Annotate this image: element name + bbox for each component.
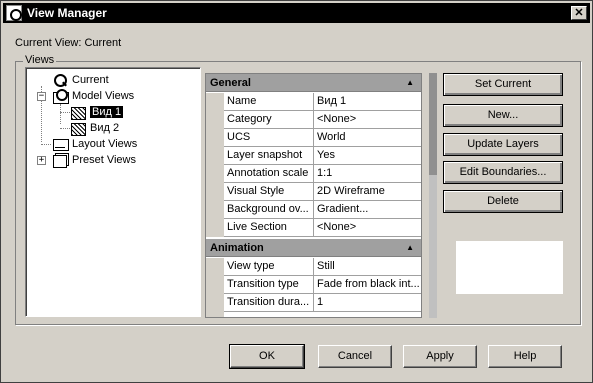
cancel-button[interactable]: Cancel bbox=[318, 345, 392, 368]
app-icon bbox=[6, 5, 22, 21]
property-key: UCS bbox=[224, 129, 314, 146]
tree-item-label: Вид 1 bbox=[90, 106, 124, 118]
properties-panel: General ▲ Name Вид 1 Category <None> UCS Wo… bbox=[205, 73, 422, 318]
property-key: Transition type bbox=[224, 276, 314, 293]
ok-button[interactable]: OK bbox=[229, 344, 305, 369]
help-button[interactable]: Help bbox=[488, 345, 562, 368]
scrollbar-thumb[interactable] bbox=[429, 73, 437, 175]
property-value[interactable]: Вид 1 bbox=[315, 93, 421, 110]
section-animation-header[interactable]: Animation ▲ bbox=[206, 239, 421, 257]
tree-connector bbox=[41, 144, 51, 145]
property-row-background-override[interactable]: Background ov... Gradient... bbox=[224, 201, 421, 219]
named-view-icon bbox=[70, 121, 86, 137]
layout-views-icon bbox=[52, 137, 69, 152]
tree-connector bbox=[60, 128, 70, 129]
current-view-icon bbox=[52, 73, 68, 88]
edit-boundaries-button[interactable]: Edit Boundaries... bbox=[443, 161, 563, 184]
property-value[interactable]: Still bbox=[315, 258, 421, 275]
title-bar: View Manager ✕ bbox=[3, 3, 590, 23]
property-key: Layer snapshot bbox=[224, 147, 314, 164]
property-row-live-section[interactable]: Live Section <None> bbox=[224, 219, 421, 237]
property-key: Name bbox=[224, 93, 314, 110]
property-gutter bbox=[206, 93, 224, 237]
property-value[interactable]: World bbox=[315, 129, 421, 146]
tree-item-view2[interactable]: Вид 2 bbox=[70, 120, 120, 137]
current-view-label: Current View: Current bbox=[15, 37, 122, 49]
property-key: Transition dura... bbox=[224, 294, 314, 311]
views-tree[interactable]: Current − Model Views Вид 1 Вид 2 Layout… bbox=[25, 67, 201, 317]
collapse-arrow-icon[interactable]: ▲ bbox=[406, 239, 414, 257]
section-title: Animation bbox=[210, 242, 264, 254]
tree-item-label: Layout Views bbox=[72, 138, 138, 150]
section-title: General bbox=[210, 77, 251, 89]
view-preview bbox=[456, 241, 563, 294]
close-button[interactable]: ✕ bbox=[571, 6, 587, 20]
tree-item-label: Model Views bbox=[72, 90, 135, 102]
property-value[interactable]: Yes bbox=[315, 147, 421, 164]
delete-button[interactable]: Delete bbox=[443, 190, 563, 213]
property-value[interactable]: Fade from black int... bbox=[315, 276, 421, 293]
property-value[interactable]: Gradient... bbox=[315, 201, 421, 218]
property-key: Background ov... bbox=[224, 201, 314, 218]
property-key: Live Section bbox=[224, 219, 314, 236]
property-key: Category bbox=[224, 111, 314, 128]
collapse-arrow-icon[interactable]: ▲ bbox=[406, 74, 414, 92]
property-value[interactable]: 1:1 bbox=[315, 165, 421, 182]
property-row-visual-style[interactable]: Visual Style 2D Wireframe bbox=[224, 183, 421, 201]
properties-scrollbar[interactable] bbox=[429, 73, 437, 318]
property-row-ucs[interactable]: UCS World bbox=[224, 129, 421, 147]
tree-item-model-views[interactable]: Model Views bbox=[52, 88, 135, 105]
property-row-name[interactable]: Name Вид 1 bbox=[224, 93, 421, 111]
property-row-annotation-scale[interactable]: Annotation scale 1:1 bbox=[224, 165, 421, 183]
property-value[interactable]: <None> bbox=[315, 111, 421, 128]
set-current-button[interactable]: Set Current bbox=[443, 73, 563, 96]
tree-item-preset-views[interactable]: Preset Views bbox=[52, 152, 136, 169]
tree-item-current[interactable]: Current bbox=[52, 72, 109, 88]
new-view-button[interactable]: New... bbox=[443, 104, 563, 127]
property-row-view-type[interactable]: View type Still bbox=[224, 258, 421, 276]
window-title: View Manager bbox=[27, 6, 107, 20]
tree-item-layout-views[interactable]: Layout Views bbox=[52, 136, 137, 152]
property-gutter bbox=[206, 258, 224, 317]
apply-button[interactable]: Apply bbox=[403, 345, 477, 368]
tree-item-view1[interactable]: Вид 1 bbox=[70, 104, 124, 121]
property-key: View type bbox=[224, 258, 314, 275]
model-views-icon bbox=[52, 89, 69, 105]
property-key: Annotation scale bbox=[224, 165, 314, 182]
property-value[interactable]: 1 bbox=[315, 294, 421, 311]
tree-item-label: Preset Views bbox=[72, 154, 136, 166]
section-general-header[interactable]: General ▲ bbox=[206, 74, 421, 92]
property-value[interactable]: <None> bbox=[315, 219, 421, 236]
views-group-label: Views bbox=[23, 54, 57, 66]
preset-views-icon bbox=[52, 153, 68, 169]
tree-connector bbox=[60, 104, 61, 124]
property-key: Visual Style bbox=[224, 183, 314, 200]
tree-connector bbox=[60, 112, 70, 113]
tree-item-label: Вид 2 bbox=[90, 122, 120, 134]
property-row-transition-type[interactable]: Transition type Fade from black int... bbox=[224, 276, 421, 294]
property-value[interactable]: 2D Wireframe bbox=[315, 183, 421, 200]
expand-preset-views-button[interactable]: + bbox=[37, 156, 46, 165]
tree-item-label: Current bbox=[72, 74, 109, 86]
property-row-transition-duration[interactable]: Transition dura... 1 bbox=[224, 294, 421, 312]
named-view-icon bbox=[70, 105, 86, 121]
property-row-category[interactable]: Category <None> bbox=[224, 111, 421, 129]
collapse-model-views-button[interactable]: − bbox=[37, 92, 46, 101]
view-manager-dialog: View Manager ✕ Current View: Current Vie… bbox=[0, 0, 593, 383]
update-layers-button[interactable]: Update Layers bbox=[443, 133, 563, 156]
property-row-layer-snapshot[interactable]: Layer snapshot Yes bbox=[224, 147, 421, 165]
